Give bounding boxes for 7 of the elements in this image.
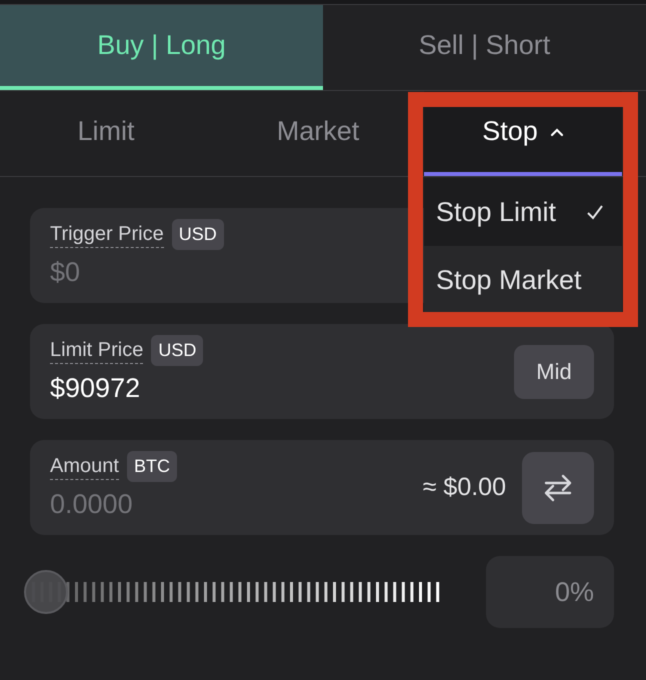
estimate-text: ≈ $0.00 [422,472,506,503]
unit-badge: USD [151,334,204,366]
unit-badge: BTC [126,450,177,482]
field-label: Limit Price [50,336,144,364]
field-label: Trigger Price [50,220,164,248]
unit-badge: USD [172,218,224,250]
field-label: Amount [50,452,119,480]
